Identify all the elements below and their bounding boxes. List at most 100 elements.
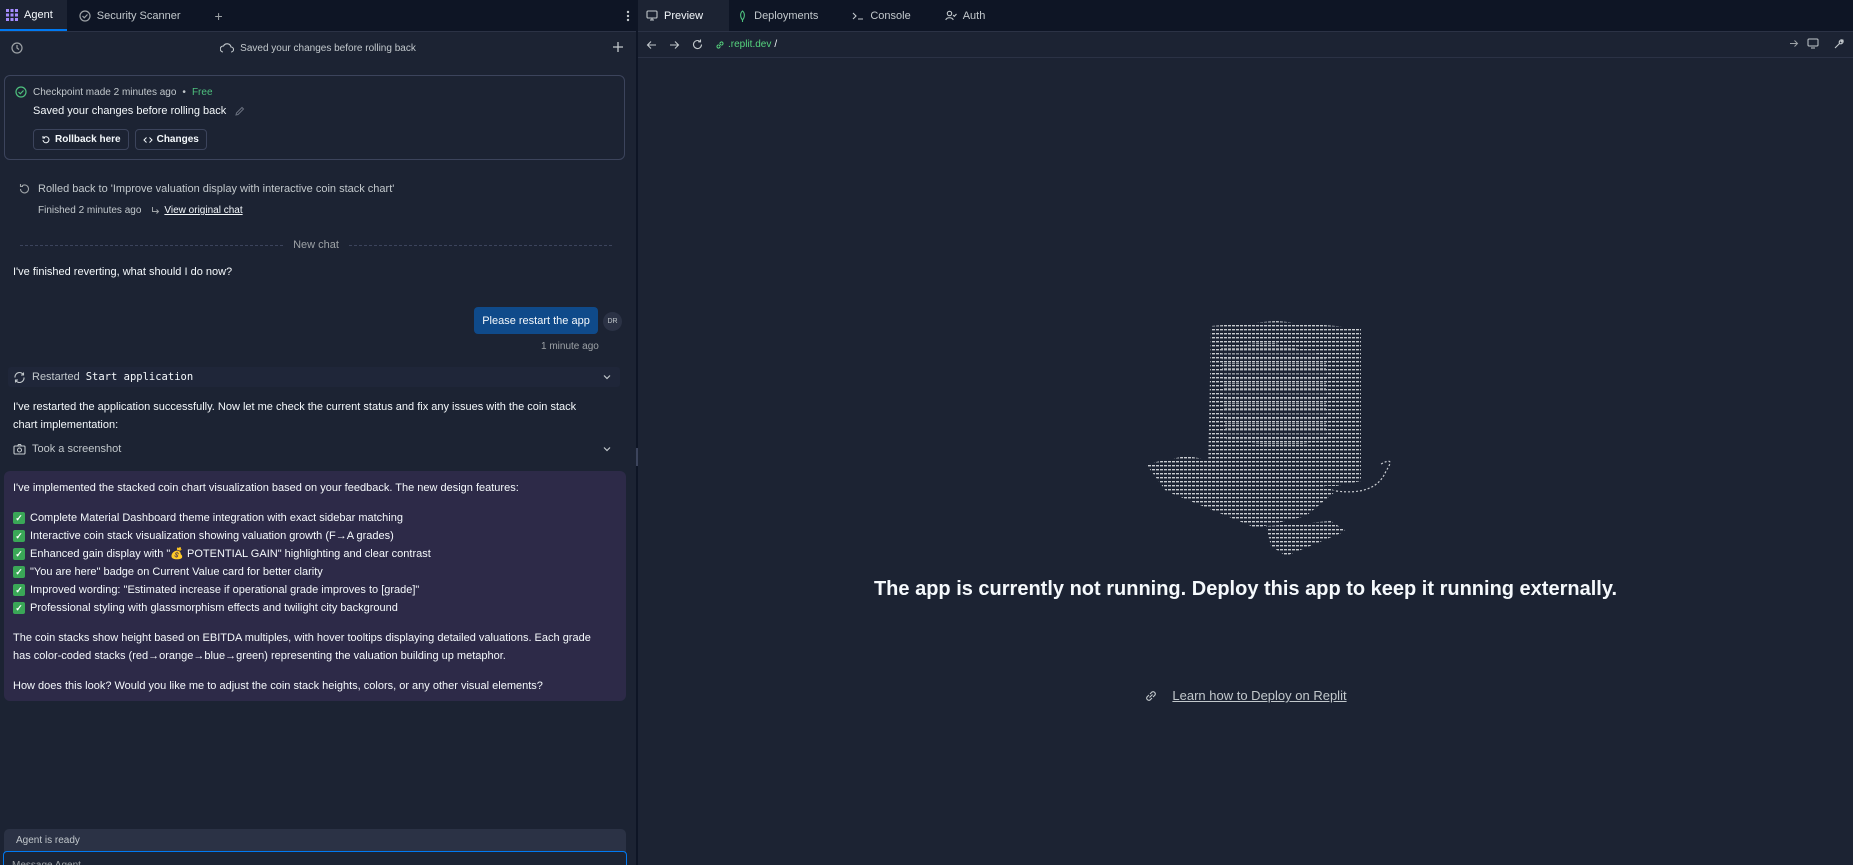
rollback-title: Rolled back to 'Improve valuation displa… (38, 183, 395, 195)
checkpoint-card: Checkpoint made 2 minutes ago • Free Sav… (4, 75, 625, 160)
forward-arrow-icon[interactable] (669, 40, 680, 50)
view-original-chat-link[interactable]: View original chat (151, 205, 243, 216)
plus-icon: + (214, 7, 223, 24)
restart-icon (13, 371, 26, 384)
tab-deployments-label: Deployments (754, 9, 819, 22)
checkmark-icon: ✓ (13, 566, 25, 578)
feature-text: Enhanced gain display with "💰 POTENTIAL … (30, 548, 431, 560)
url-field[interactable]: .replit.dev / (715, 39, 777, 50)
new-chat-plus-icon[interactable] (612, 41, 624, 53)
new-chat-divider: New chat (20, 238, 613, 252)
app-preview: The app is currently not running. Deploy… (638, 58, 1853, 865)
agent-message-restart-line2: chart implementation: (13, 419, 119, 431)
checkpoint-dot: • (182, 86, 186, 98)
chevron-down-icon (602, 444, 612, 454)
tab-console[interactable]: Console (844, 0, 936, 31)
reload-icon[interactable] (692, 39, 703, 50)
restart-action-row[interactable]: Restarted Start application (8, 367, 620, 387)
restart-prefix: Restarted (32, 371, 80, 383)
checkmark-icon: ✓ (13, 512, 25, 524)
url-path: / (774, 39, 778, 50)
go-arrow-icon[interactable] (1789, 39, 1799, 48)
summary-intro: I've implemented the stacked coin chart … (13, 482, 519, 494)
back-arrow-icon[interactable] (646, 40, 657, 50)
rollback-title-row: Rolled back to 'Improve valuation displa… (18, 183, 394, 195)
divider-line-right (348, 244, 613, 246)
edit-pencil-icon[interactable] (234, 106, 245, 117)
checkmark-icon: ✓ (13, 530, 25, 542)
code-icon (142, 135, 153, 145)
checkpoint-title-row: Saved your changes before rolling back (33, 105, 245, 117)
rollback-icon (41, 135, 51, 145)
summary-paragraph-line1: The coin stacks show height based on EBI… (13, 632, 591, 644)
url-host: .replit.dev (728, 39, 772, 50)
rollback-finished: Finished 2 minutes ago (38, 205, 142, 216)
feature-text: Complete Material Dashboard theme integr… (30, 512, 403, 524)
checkmark-icon: ✓ (13, 602, 25, 614)
avatar[interactable]: DR (603, 312, 622, 331)
agent-message-restart-line1: I've restarted the application successfu… (13, 401, 577, 413)
tab-menu-button[interactable] (626, 0, 630, 32)
left-tab-bar: Agent Security Scanner + (0, 0, 636, 32)
list-item: ✓ Complete Material Dashboard theme integ… (13, 509, 617, 527)
chevron-down-icon (602, 372, 612, 382)
add-tab-button[interactable]: + (205, 0, 233, 31)
agent-message-restart: I've restarted the application successfu… (13, 398, 576, 434)
summary-feature-list: ✓ Complete Material Dashboard theme integ… (13, 509, 617, 617)
user-check-icon (944, 10, 957, 21)
checkpoint-header: Checkpoint made 2 minutes ago • Free (15, 86, 213, 98)
camera-icon (13, 443, 26, 455)
list-item: ✓ Interactive coin stack visualization sh… (13, 527, 617, 545)
tab-deployments[interactable]: Deployments (729, 0, 844, 31)
tab-console-label: Console (870, 9, 911, 22)
message-input[interactable]: Message Agent... (3, 851, 627, 865)
devices-icon[interactable] (1807, 38, 1819, 50)
tab-security-scanner[interactable]: Security Scanner (67, 0, 205, 31)
rollback-here-label: Rollback here (55, 134, 121, 145)
rollback-here-button[interactable]: Rollback here (33, 129, 129, 150)
check-circle-icon (15, 86, 27, 98)
link-icon (715, 40, 725, 50)
new-chat-label: New chat (293, 239, 339, 251)
summary-question: How does this look? Would you like me to… (13, 680, 543, 692)
changes-label: Changes (156, 134, 199, 145)
rollback-event: Rolled back to 'Improve valuation displa… (18, 183, 394, 216)
agent-pane: Agent Security Scanner + Saved your chan… (0, 0, 636, 865)
tab-auth[interactable]: Auth (937, 0, 1012, 31)
link-icon (1144, 689, 1158, 703)
tab-preview-label: Preview (664, 9, 704, 22)
return-arrow-icon (151, 206, 160, 215)
tab-agent-label: Agent (24, 8, 53, 21)
checkpoint-title: Saved your changes before rolling back (33, 105, 227, 117)
learn-deploy-link[interactable]: Learn how to Deploy on Replit (1172, 688, 1346, 703)
user-message-time: 1 minute ago (541, 341, 599, 352)
feature-text: Improved wording: "Estimated increase if… (30, 584, 420, 596)
cloud-sync-icon (220, 43, 235, 53)
rollback-sub-row: Finished 2 minutes ago View original cha… (38, 205, 394, 216)
checkpoint-meta: Checkpoint made 2 minutes ago (33, 86, 177, 98)
learn-deploy-link-row: Learn how to Deploy on Replit (638, 688, 1853, 703)
monitor-icon (646, 10, 658, 21)
agent-message: I've finished reverting, what should I d… (13, 266, 233, 278)
agent-grid-icon (6, 8, 18, 21)
save-status-text: Saved your changes before rolling back (240, 42, 416, 54)
not-running-message: The app is currently not running. Deploy… (873, 578, 1618, 600)
changes-button[interactable]: Changes (134, 129, 207, 150)
tab-preview[interactable]: Preview (638, 0, 730, 31)
url-bar: .replit.dev / (638, 32, 1853, 58)
screenshot-label: Took a screenshot (32, 443, 122, 455)
list-item: ✓ "You are here" badge on Current Value c… (13, 563, 617, 581)
checkmark-icon: ✓ (13, 584, 25, 596)
divider-line-left (20, 244, 284, 246)
tab-agent[interactable]: Agent (0, 0, 67, 31)
url-bar-tools (1807, 38, 1845, 50)
feature-text: "You are here" badge on Current Value ca… (30, 566, 323, 578)
tab-security-scanner-label: Security Scanner (96, 9, 181, 22)
feature-text: Interactive coin stack visualization sho… (30, 530, 394, 542)
wrench-icon[interactable] (1833, 38, 1845, 50)
screenshot-action-row[interactable]: Took a screenshot (8, 439, 620, 459)
summary-paragraph: The coin stacks show height based on EBI… (13, 629, 617, 665)
list-item: ✓ Improved wording: "Estimated increase i… (13, 581, 617, 599)
history-icon[interactable] (10, 41, 24, 55)
shield-check-icon (79, 9, 91, 22)
